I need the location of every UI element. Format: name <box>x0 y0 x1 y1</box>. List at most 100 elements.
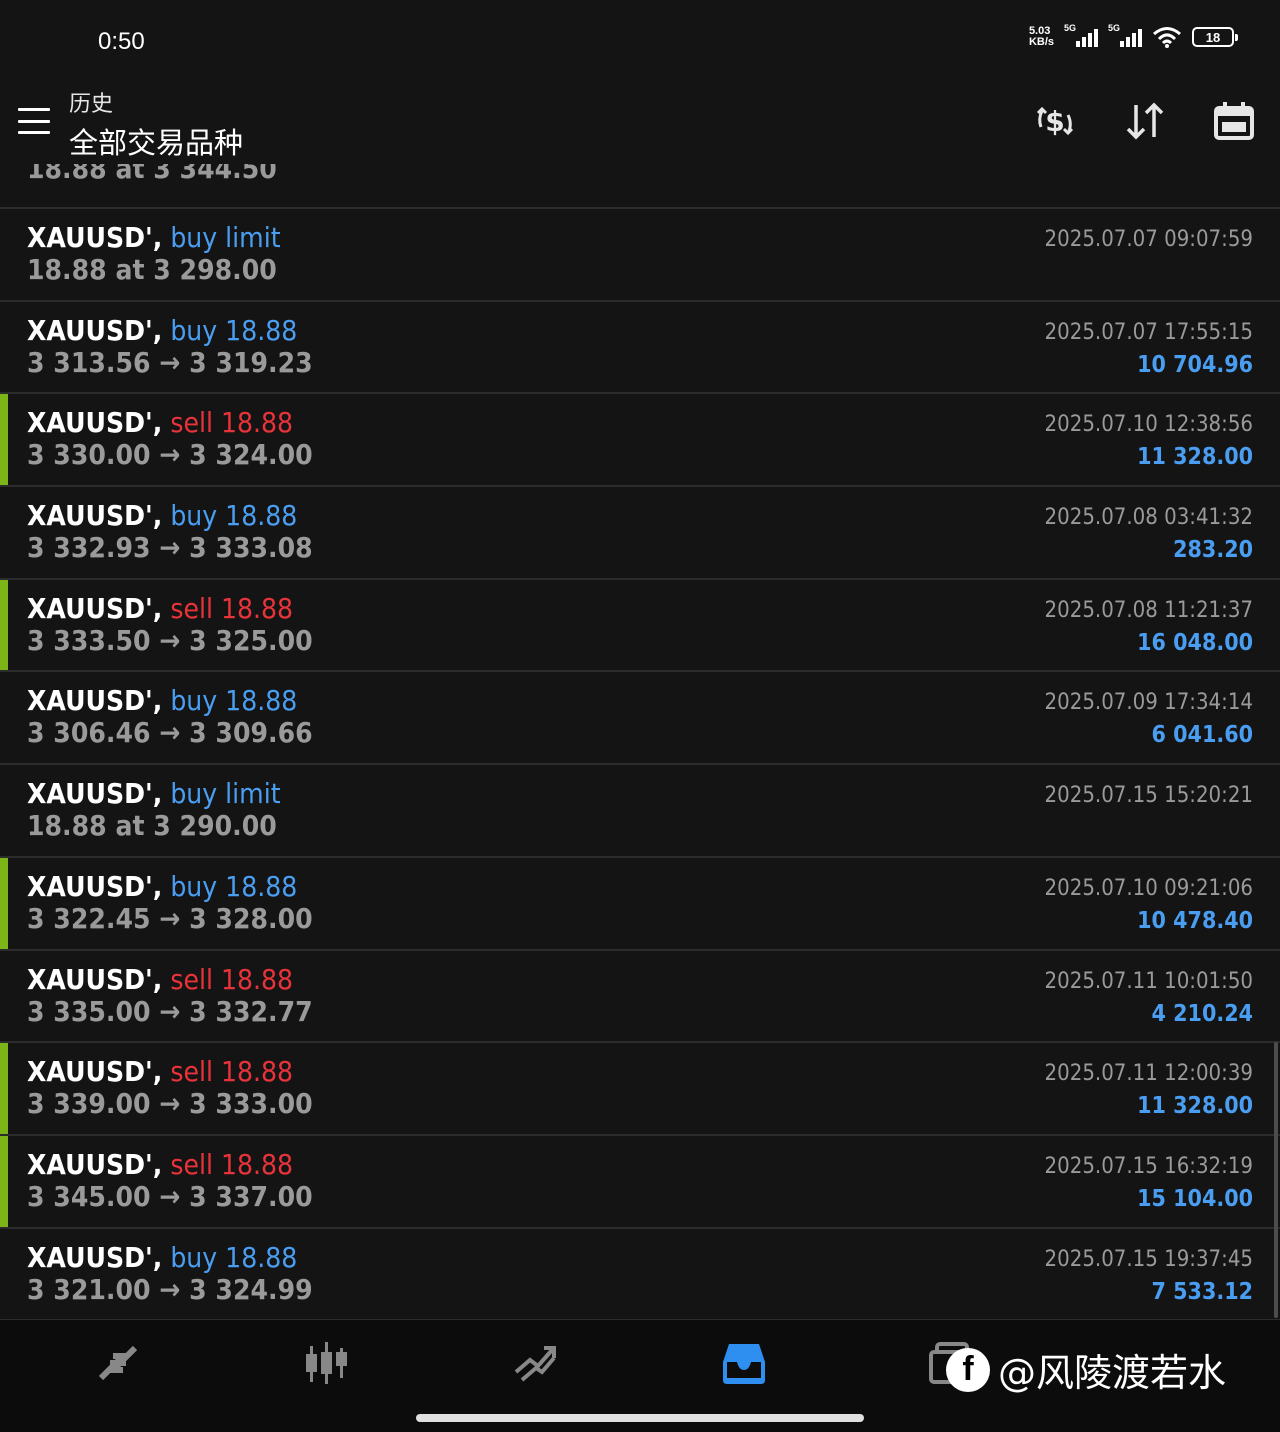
list-item[interactable]: XAUUSD', buy 18.88 3 306.46 → 3 309.66 202… <box>0 672 1280 766</box>
order-profit: 10 704.96 <box>1137 351 1253 378</box>
list-item[interactable]: XAUUSD', buy 18.88 3 313.56 → 3 319.23 202… <box>0 302 1280 395</box>
symbol: XAUUSD', <box>27 777 163 811</box>
order-time: 2025.07.07 17:55:15 <box>1044 319 1253 345</box>
order-title: XAUUSD', buy 18.88 <box>27 314 297 347</box>
watermark: f @风陵渡若水 <box>946 1342 1226 1397</box>
order-title: XAUUSD', buy 18.88 <box>27 870 297 903</box>
nav-quotes[interactable] <box>88 1336 148 1390</box>
order-time: 2025.07.08 11:21:37 <box>1044 597 1253 623</box>
list-item[interactable]: XAUUSD', buy 18.88 3 321.00 → 3 324.99 202… <box>0 1229 1280 1320</box>
list-item[interactable]: XAUUSD', sell 18.88 3 335.00 → 3 332.77 20… <box>0 951 1280 1044</box>
order-title: XAUUSD', buy 18.88 <box>27 684 297 717</box>
order-details: 18.88 at 3 298.00 <box>27 253 277 286</box>
order-details: 3 321.00 → 3 324.99 <box>27 1272 313 1306</box>
order-details: 18.88 at 3 290.00 <box>27 809 277 843</box>
order-profit: 4 210.24 <box>1151 1000 1253 1027</box>
watermark-text: @风陵渡若水 <box>998 1351 1227 1395</box>
order-side: sell 18.88 <box>170 1055 294 1089</box>
symbol: XAUUSD', <box>27 684 163 718</box>
list-item[interactable]: XAUUSD', buy limit 18.88 at 3 298.00 2025.… <box>0 209 1280 302</box>
order-time: 2025.07.15 15:20:21 <box>1044 783 1253 809</box>
order-time: 2025.07.11 10:01:50 <box>1044 968 1253 994</box>
order-time: 2025.07.11 12:00:39 <box>1044 1061 1253 1087</box>
symbol: XAUUSD', <box>27 869 163 903</box>
status-time: 0:50 <box>98 28 145 55</box>
history-list[interactable]: 18.88 at 3 344.50 XAUUSD', buy limit 18.8… <box>0 164 1280 1320</box>
list-item[interactable]: XAUUSD', sell 18.88 3 345.00 → 3 337.00 20… <box>0 1135 1280 1229</box>
order-side: buy 18.88 <box>170 869 298 903</box>
order-details: 3 330.00 → 3 324.00 <box>27 438 313 472</box>
order-profit: 11 328.00 <box>1137 1093 1253 1120</box>
list-item[interactable]: XAUUSD', sell 18.88 3 333.50 → 3 325.00 20… <box>0 579 1280 673</box>
order-side: sell 18.88 <box>170 962 294 996</box>
sort-button[interactable] <box>1120 98 1170 144</box>
order-profit: 283.20 <box>1173 537 1253 564</box>
home-indicator[interactable] <box>416 1414 864 1422</box>
order-profit: 10 478.40 <box>1137 907 1253 934</box>
list-item[interactable]: XAUUSD', buy limit 18.88 at 3 290.00 2025.… <box>0 765 1280 858</box>
order-title: XAUUSD', sell 18.88 <box>27 406 293 439</box>
order-title: XAUUSD', sell 18.88 <box>27 963 293 996</box>
order-side: buy 18.88 <box>170 684 298 718</box>
order-time: 2025.07.07 09:07:59 <box>1044 227 1253 252</box>
order-details: 3 313.56 → 3 319.23 <box>27 345 313 379</box>
order-time: 2025.07.09 17:34:14 <box>1044 690 1253 716</box>
list-item[interactable]: XAUUSD', sell 18.88 3 339.00 → 3 333.00 20… <box>0 1043 1280 1136</box>
symbol: XAUUSD', <box>27 962 163 996</box>
nav-trade[interactable] <box>505 1336 565 1390</box>
order-time: 2025.07.10 09:21:06 <box>1044 875 1253 901</box>
wifi-icon <box>1153 27 1181 48</box>
app-header: 历史 全部交易品种 $ <box>0 84 1280 164</box>
status-bar: 0:50 5.03 KB/s 5G 5G 18 <box>0 0 1280 84</box>
order-details: 3 333.50 → 3 325.00 <box>27 623 313 657</box>
order-side: sell 18.88 <box>170 591 294 625</box>
symbol: XAUUSD', <box>27 499 163 533</box>
nav-chart[interactable] <box>296 1336 356 1390</box>
order-title: XAUUSD', sell 18.88 <box>27 1055 293 1088</box>
calendar-button[interactable] <box>1209 98 1259 144</box>
nav-history[interactable] <box>714 1336 774 1390</box>
order-details: 3 345.00 → 3 337.00 <box>27 1179 313 1213</box>
symbol: XAUUSD', <box>27 1240 163 1274</box>
signal-icon: 5G <box>1108 23 1142 47</box>
page-title[interactable]: 全部交易品种 <box>69 120 243 162</box>
order-title: XAUUSD', buy 18.88 <box>27 499 297 532</box>
order-profit: 7 533.12 <box>1151 1278 1253 1305</box>
list-item[interactable]: 18.88 at 3 344.50 <box>0 164 1280 209</box>
order-details: 3 306.46 → 3 309.66 <box>27 716 313 750</box>
order-profit: 16 048.00 <box>1137 629 1253 656</box>
currency-exchange-button[interactable]: $ <box>1030 98 1080 144</box>
page-subtitle: 历史 <box>69 92 114 117</box>
order-time: 2025.07.08 03:41:32 <box>1044 505 1253 531</box>
order-side: buy limit <box>170 221 281 254</box>
list-item[interactable]: XAUUSD', buy 18.88 3 332.93 → 3 333.08 202… <box>0 487 1280 580</box>
calendar-icon <box>1214 102 1254 140</box>
menu-icon[interactable] <box>18 108 50 134</box>
sort-icon <box>1126 102 1164 140</box>
order-title: XAUUSD', sell 18.88 <box>27 1148 293 1181</box>
net-speed: 5.03 KB/s <box>1028 25 1054 48</box>
order-title: XAUUSD', buy limit <box>27 221 281 254</box>
svg-text:$: $ <box>1045 105 1064 138</box>
symbol: XAUUSD', <box>27 1147 163 1181</box>
scrollbar[interactable] <box>1274 1042 1278 1318</box>
history-rows: XAUUSD', buy limit 18.88 at 3 298.00 2025.… <box>0 209 1280 1320</box>
history-icon <box>723 1344 765 1384</box>
status-icons: 5.03 KB/s 5G 5G 18 <box>1028 23 1238 48</box>
symbol: XAUUSD', <box>27 591 163 625</box>
order-details: 3 339.00 → 3 333.00 <box>27 1087 313 1121</box>
order-title: XAUUSD', buy 18.88 <box>27 1241 297 1274</box>
order-details: 18.88 at 3 344.50 <box>27 164 277 185</box>
facebook-logo-icon: f <box>946 1347 990 1392</box>
list-item[interactable]: XAUUSD', sell 18.88 3 330.00 → 3 324.00 20… <box>0 394 1280 488</box>
order-time: 2025.07.15 16:32:19 <box>1044 1153 1253 1179</box>
order-side: buy 18.88 <box>170 499 298 533</box>
battery-icon: 18 <box>1192 27 1238 47</box>
order-details: 3 335.00 → 3 332.77 <box>27 994 313 1028</box>
order-title: XAUUSD', buy limit <box>27 777 281 810</box>
symbol: XAUUSD', <box>27 406 163 440</box>
order-side: sell 18.88 <box>170 1147 294 1181</box>
list-item[interactable]: XAUUSD', buy 18.88 3 322.45 → 3 328.00 202… <box>0 857 1280 951</box>
bottom-nav: f @风陵渡若水 <box>0 1320 1280 1432</box>
order-profit: 15 104.00 <box>1137 1185 1253 1212</box>
